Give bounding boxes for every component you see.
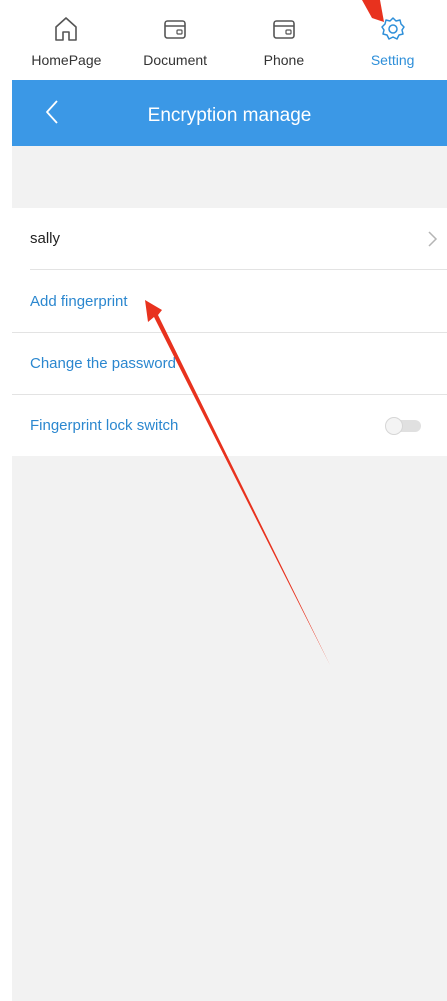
add-fingerprint-item[interactable]: Add fingerprint (12, 270, 447, 332)
gear-icon (378, 14, 408, 44)
tab-document-label: Document (143, 52, 208, 68)
fingerprint-lock-toggle[interactable] (385, 417, 423, 435)
list-item-user[interactable]: sally (30, 208, 447, 270)
fingerprint-lock-item: Fingerprint lock switch (12, 394, 447, 456)
fingerprint-lock-label: Fingerprint lock switch (30, 417, 179, 434)
tab-homepage-label: HomePage (31, 52, 102, 68)
change-password-item[interactable]: Change the password (12, 332, 447, 394)
back-chevron-icon (44, 99, 60, 130)
tab-document[interactable]: Document (121, 0, 230, 80)
document-icon (160, 14, 190, 44)
tab-homepage[interactable]: HomePage (12, 0, 121, 80)
tab-setting-label: Setting (370, 52, 415, 68)
tab-phone-label: Phone (263, 52, 305, 68)
home-icon (51, 14, 81, 44)
page-title: Encryption manage (147, 105, 312, 126)
user-name-label: sally (30, 230, 61, 247)
encryption-settings-list: sally Add fingerprint Change the passwor… (12, 208, 447, 456)
back-button[interactable] (34, 94, 70, 134)
tab-setting[interactable]: Setting (338, 0, 447, 80)
toggle-knob (385, 417, 403, 435)
title-bar: Encryption manage (12, 80, 447, 146)
bottom-tab-bar: HomePage Document Phone Setting (12, 0, 447, 80)
add-fingerprint-label: Add fingerprint (30, 292, 128, 310)
chevron-right-icon (427, 229, 439, 249)
tab-phone[interactable]: Phone (230, 0, 339, 80)
settings-content: sally Add fingerprint Change the passwor… (12, 146, 447, 1001)
change-password-label: Change the password (30, 355, 176, 372)
phone-icon (269, 14, 299, 44)
